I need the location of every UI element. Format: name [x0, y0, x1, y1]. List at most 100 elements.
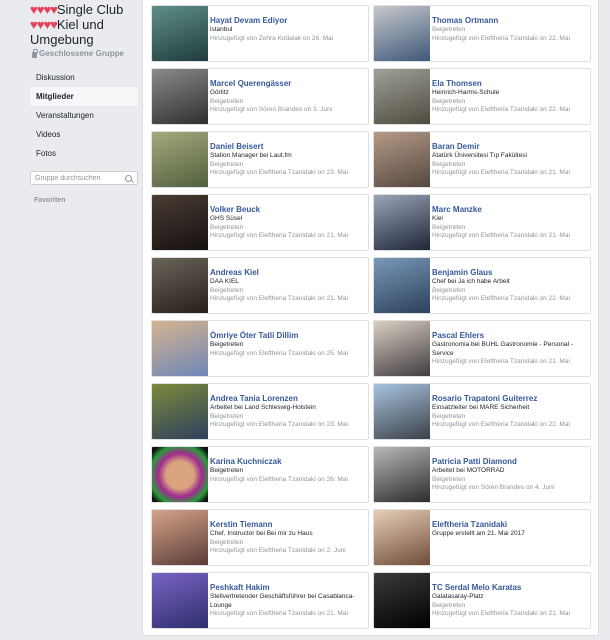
- member-name[interactable]: Marc Manzke: [432, 205, 586, 215]
- avatar[interactable]: [152, 195, 208, 250]
- member-detail: Beigetreten: [432, 223, 466, 231]
- member-name[interactable]: Marcel Querengässer: [210, 79, 364, 89]
- member-name[interactable]: Baran Demir: [432, 142, 586, 152]
- favorites-heading: Favoriten: [34, 197, 66, 204]
- member-detail: Beigetreten: [432, 160, 466, 168]
- avatar[interactable]: [152, 384, 208, 439]
- member-name[interactable]: Thomas Ortmann: [432, 16, 586, 26]
- member-name[interactable]: TC Serdal Melo Karatas: [432, 583, 586, 593]
- member-info: Volker Beuck GHS Süsel Beigetreten Hinzugef…: [210, 205, 364, 241]
- member-name[interactable]: Hayat Devam Ediyor: [210, 16, 364, 26]
- member-detail: Beigetreten: [432, 412, 466, 420]
- member-card[interactable]: Andreas Kiel DAA KIEL Beigetreten Hinzugefü…: [151, 257, 369, 314]
- member-added-by: Hinzugefügt von Eleftheria Tzanidaki on …: [210, 610, 348, 617]
- member-info: Patricia Patti Diamond Arbeitet bei MOTOR…: [432, 457, 586, 493]
- member-card[interactable]: Ömriye Öter Tatli Dillim Beigetreten Hinzu…: [151, 320, 369, 377]
- member-added-by: Hinzugefügt von Sören Brandes on 4. Juni: [432, 484, 555, 491]
- member-card[interactable]: Marc Manzke Kiel Beigetreten Hinzugefügt vo…: [373, 194, 591, 251]
- avatar[interactable]: [152, 573, 208, 628]
- member-added-by: Hinzugefügt von Eleftheria Tzanidaki on …: [210, 547, 346, 554]
- member-detail: Gastronomia bei BUHL Gastronomie - Perso…: [432, 341, 574, 357]
- member-info: Rosario Trapatoni Guiterrez Einsatzleiter…: [432, 394, 586, 430]
- member-added-by: Hinzugefügt von Eleftheria Tzanidaki on …: [210, 349, 348, 357]
- avatar[interactable]: [374, 69, 430, 124]
- avatar[interactable]: [152, 321, 208, 376]
- member-card[interactable]: Andrea Tania Lorenzen Arbeitet bei Land S…: [151, 383, 369, 440]
- member-detail: Beigetreten: [210, 538, 244, 546]
- member-added-by: Hinzugefügt von Sören Brandes on 3. Juni: [210, 106, 333, 113]
- member-added-by: Hinzugefügt von Eleftheria Tzanidaki on …: [210, 421, 348, 428]
- member-card[interactable]: Ela Thomsen Heinrich-Harms-Schule Beigetre…: [373, 68, 591, 125]
- member-card[interactable]: Peshkaft Hakim Stellvertretender Geschäft…: [151, 572, 369, 629]
- member-detail: Beigetreten: [210, 412, 244, 420]
- member-name[interactable]: Eleftheria Tzanidaki: [432, 520, 586, 530]
- member-card[interactable]: Hayat Devam Ediyor istanbul Hinzugefügt vo…: [151, 5, 369, 62]
- member-card[interactable]: Pascal Ehlers Gastronomia bei BUHL Gastro…: [373, 320, 591, 377]
- hearts-icon: ♥♥♥♥: [30, 2, 58, 17]
- member-card[interactable]: Kerstin Tiemann Chef, Instructor bei Bei …: [151, 509, 369, 566]
- group-title[interactable]: ♥♥♥♥Single Club ♥♥♥♥Kiel und Umgebung: [30, 0, 138, 47]
- nav-item-photos[interactable]: Fotos: [30, 144, 138, 163]
- member-detail: Arbeitet bei MOTORRAD: [432, 467, 505, 474]
- member-info: Eleftheria Tzanidaki Gruppe erstellt am 2…: [432, 520, 586, 539]
- avatar[interactable]: [374, 573, 430, 628]
- member-name[interactable]: Pascal Ehlers: [432, 331, 586, 341]
- group-search[interactable]: [30, 171, 138, 185]
- avatar[interactable]: [152, 258, 208, 313]
- avatar[interactable]: [152, 69, 208, 124]
- member-added-by: Hinzugefügt von Eleftheria Tzanidaki on …: [432, 232, 570, 239]
- member-card[interactable]: Benjamin Glaus Chef bei Ja ich habe Arbei…: [373, 257, 591, 314]
- member-card[interactable]: Marcel Querengässer Görlitz Beigetreten Hin…: [151, 68, 369, 125]
- member-detail: DAA KIEL: [210, 278, 239, 285]
- avatar[interactable]: [374, 447, 430, 502]
- member-name[interactable]: Ömriye Öter Tatli Dillim: [210, 331, 364, 341]
- member-card[interactable]: Rosario Trapatoni Guiterrez Einsatzleiter…: [373, 383, 591, 440]
- avatar[interactable]: [374, 510, 430, 565]
- member-card[interactable]: Eleftheria Tzanidaki Gruppe erstellt am 2…: [373, 509, 591, 566]
- group-nav: Diskussion Mitglieder Veranstaltungen Vi…: [30, 68, 138, 163]
- search-input[interactable]: [35, 174, 125, 182]
- avatar[interactable]: [374, 258, 430, 313]
- member-added-by: Hinzugefügt von Eleftheria Tzanidaki on …: [210, 295, 348, 302]
- member-detail: Einsatzleiter bei MARE Sicherheit: [432, 404, 530, 411]
- member-detail: Beigetreten: [210, 467, 244, 474]
- avatar[interactable]: [152, 510, 208, 565]
- nav-item-discussion[interactable]: Diskussion: [30, 68, 138, 87]
- avatar[interactable]: [374, 132, 430, 187]
- member-card[interactable]: Karina Kuchniczak Beigetreten Hinzugefügt …: [151, 446, 369, 503]
- member-card[interactable]: Baran Demir Atatürk Üniversitesi Tıp Fakü…: [373, 131, 591, 188]
- member-info: Andreas Kiel DAA KIEL Beigetreten Hinzugefü…: [210, 268, 364, 304]
- member-added-by: Hinzugefügt von Eleftheria Tzanidaki on …: [432, 610, 570, 617]
- member-name[interactable]: Ela Thomsen: [432, 79, 586, 89]
- avatar[interactable]: [152, 132, 208, 187]
- avatar[interactable]: [374, 195, 430, 250]
- member-info: Marc Manzke Kiel Beigetreten Hinzugefügt vo…: [432, 205, 586, 241]
- member-detail: Beigetreten: [210, 341, 244, 348]
- member-name[interactable]: Benjamin Glaus: [432, 268, 586, 278]
- nav-item-members[interactable]: Mitglieder: [30, 87, 138, 106]
- search-icon[interactable]: [125, 174, 132, 182]
- member-name[interactable]: Andreas Kiel: [210, 268, 364, 278]
- member-card[interactable]: Volker Beuck GHS Süsel Beigetreten Hinzugef…: [151, 194, 369, 251]
- member-name[interactable]: Peshkaft Hakim: [210, 583, 364, 593]
- member-name[interactable]: Volker Beuck: [210, 205, 364, 215]
- member-card[interactable]: Patricia Patti Diamond Arbeitet bei MOTOR…: [373, 446, 591, 503]
- member-detail: Beigetreten: [432, 26, 466, 33]
- avatar[interactable]: [374, 384, 430, 439]
- avatar[interactable]: [374, 6, 430, 61]
- member-card[interactable]: TC Serdal Melo Karatas Galatasaray-Platz B…: [373, 572, 591, 629]
- avatar[interactable]: [152, 447, 208, 502]
- nav-item-videos[interactable]: Videos: [30, 125, 138, 144]
- member-info: Andrea Tania Lorenzen Arbeitet bei Land S…: [210, 394, 364, 430]
- avatar[interactable]: [374, 321, 430, 376]
- avatar[interactable]: [152, 6, 208, 61]
- member-name[interactable]: Kerstin Tiemann: [210, 520, 364, 530]
- member-card[interactable]: Daniel Beisert Station Manager bei Laut.f…: [151, 131, 369, 188]
- nav-item-events[interactable]: Veranstaltungen: [30, 106, 138, 125]
- member-name[interactable]: Patricia Patti Diamond: [432, 457, 586, 467]
- member-name[interactable]: Karina Kuchniczak: [210, 457, 364, 467]
- member-name[interactable]: Andrea Tania Lorenzen: [210, 394, 364, 404]
- member-name[interactable]: Daniel Beisert: [210, 142, 364, 152]
- member-name[interactable]: Rosario Trapatoni Guiterrez: [432, 394, 586, 404]
- member-card[interactable]: Thomas Ortmann Beigetreten Hinzugefügt von…: [373, 5, 591, 62]
